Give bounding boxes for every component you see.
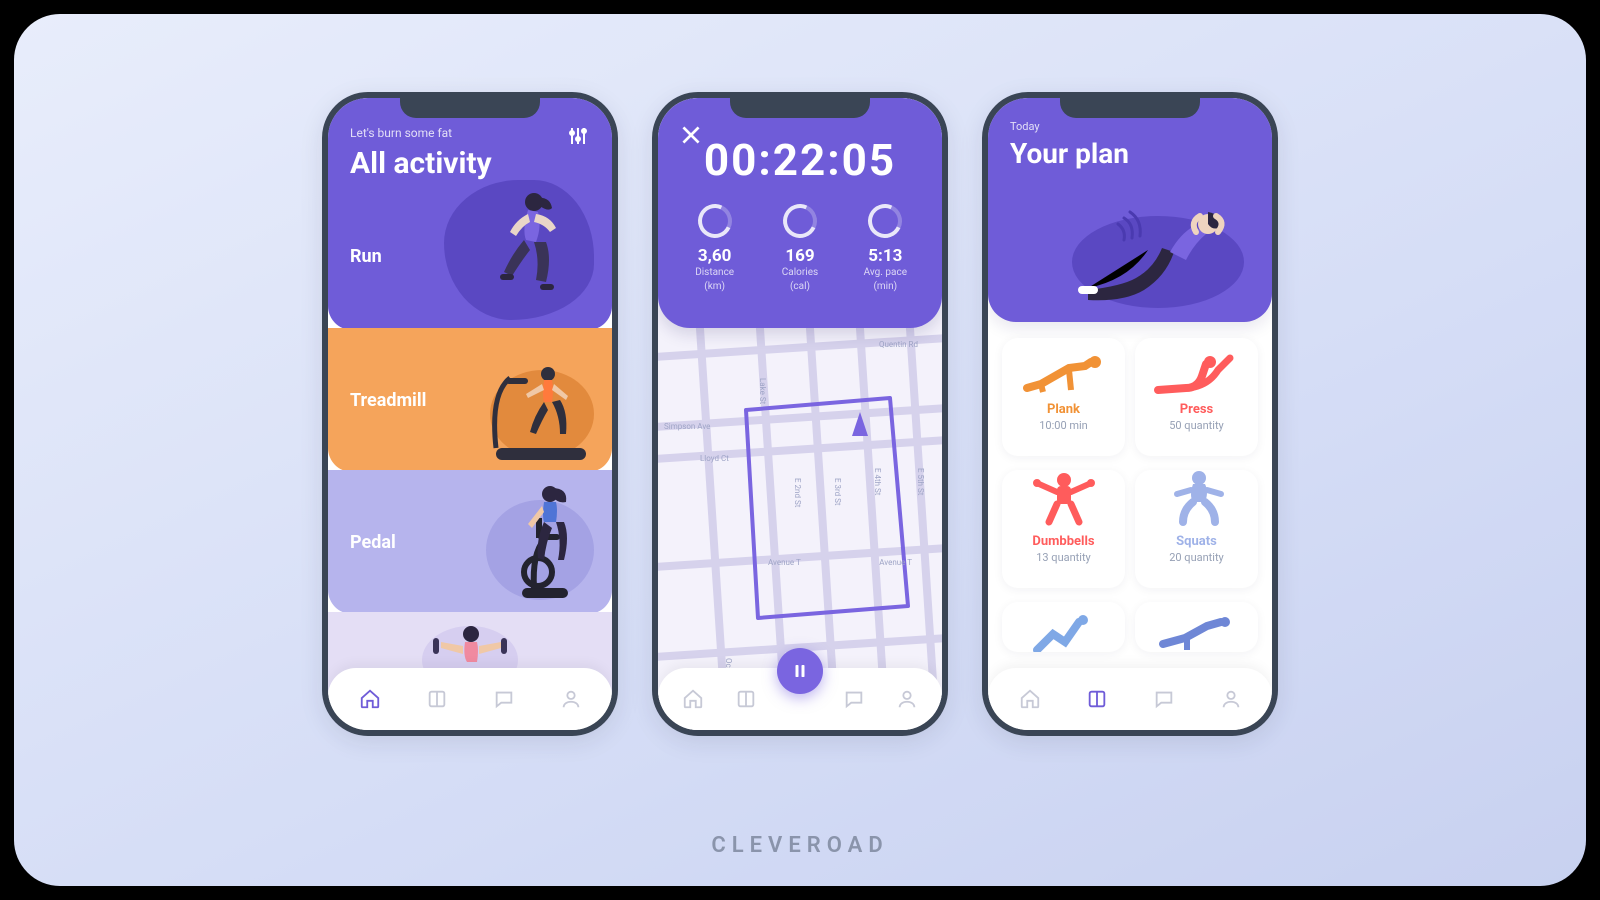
exercise-title: Squats <box>1141 534 1252 549</box>
tracking-header: 00:22:05 3,60 Distance (km) 169 Calories… <box>658 98 942 328</box>
stat-pace: 5:13 Avg. pace (min) <box>845 204 925 293</box>
nav-grid-icon[interactable] <box>417 679 457 719</box>
ring-icon <box>864 199 908 243</box>
exercise-sub: 20 quantity <box>1141 551 1252 564</box>
notch <box>400 98 540 118</box>
exercise-grid: Plank 10:00 min Press 50 quantity Dumbbe… <box>988 322 1272 652</box>
exercise-sub: 50 quantity <box>1141 419 1252 432</box>
activity-label: Pedal <box>350 532 396 553</box>
street-label: Avenue T <box>879 558 912 567</box>
screen-all-activity: Let's burn some fat All activity Run <box>322 92 618 736</box>
exercise-press[interactable]: Press 50 quantity <box>1135 338 1258 456</box>
exercise-plank[interactable]: Plank 10:00 min <box>1002 338 1125 456</box>
treadmill-illustration <box>478 356 598 466</box>
exercise-partial[interactable] <box>1002 602 1125 652</box>
exercise-squats[interactable]: Squats 20 quantity <box>1135 470 1258 588</box>
plan-header: Today Your plan <box>988 98 1272 322</box>
nav-profile-icon[interactable] <box>551 679 591 719</box>
tagline: Let's burn some fat <box>350 126 590 140</box>
dumbbells-icon <box>1008 480 1119 526</box>
activity-run-label[interactable]: Run <box>350 246 382 267</box>
pushup-icon <box>1141 608 1252 652</box>
street-label: E 5th St <box>916 468 925 495</box>
ring-icon <box>778 199 822 243</box>
street-label: Avenue T <box>768 558 801 567</box>
nav-chat-icon[interactable] <box>1144 679 1184 719</box>
bottom-nav <box>658 668 942 730</box>
street-label: E 3rd St <box>833 478 842 506</box>
nav-profile-icon[interactable] <box>1211 679 1251 719</box>
showcase-stage: Let's burn some fat All activity Run <box>14 14 1586 886</box>
activity-label: Treadmill <box>350 390 426 411</box>
street-label: E 2nd St <box>793 478 802 507</box>
street-label: E 4th St <box>873 468 882 495</box>
bottom-nav <box>328 668 612 730</box>
brand-label: CLEVEROAD <box>14 833 1586 858</box>
nav-home-icon[interactable] <box>673 679 713 719</box>
street-label: Lake St <box>758 378 767 404</box>
page-title: Your plan <box>1010 137 1250 170</box>
street-label: Lloyd Ct <box>700 454 729 463</box>
exercise-title: Dumbbells <box>1008 534 1119 549</box>
exercise-dumbbells[interactable]: Dumbbells 13 quantity <box>1002 470 1125 588</box>
nav-home-icon[interactable] <box>1010 679 1050 719</box>
today-label: Today <box>1010 120 1250 133</box>
pause-button[interactable] <box>777 648 823 694</box>
notch <box>730 98 870 118</box>
runner-illustration <box>444 180 594 320</box>
nav-chat-icon[interactable] <box>484 679 524 719</box>
nav-chat-icon[interactable] <box>834 679 874 719</box>
exercise-sub: 13 quantity <box>1008 551 1119 564</box>
stat-calories: 169 Calories (cal) <box>760 204 840 293</box>
activity-header: Let's burn some fat All activity Run <box>328 98 612 330</box>
screen-run-tracking: Quentin Rd Simpson Ave Lloyd Ct Avenue T… <box>652 92 948 736</box>
nav-profile-icon[interactable] <box>887 679 927 719</box>
exercise-sub: 10:00 min <box>1008 419 1119 432</box>
nav-home-icon[interactable] <box>350 679 390 719</box>
exercise-title: Press <box>1141 402 1252 417</box>
phones-row: Let's burn some fat All activity Run <box>14 92 1586 736</box>
ring-icon <box>693 199 737 243</box>
nav-grid-icon[interactable] <box>726 679 766 719</box>
lunge-icon <box>1008 608 1119 652</box>
close-icon[interactable] <box>678 122 704 148</box>
exercise-partial[interactable] <box>1135 602 1258 652</box>
activity-pedal[interactable]: Pedal <box>328 470 612 614</box>
press-icon <box>1141 348 1252 394</box>
plank-icon <box>1008 348 1119 394</box>
stat-distance: 3,60 Distance (km) <box>675 204 755 293</box>
page-title: All activity <box>350 146 590 181</box>
screen-your-plan: Today Your plan <box>982 92 1278 736</box>
stats-row: 3,60 Distance (km) 169 Calories (cal) 5:… <box>658 204 942 293</box>
notch <box>1060 98 1200 118</box>
crunch-illustration <box>1058 188 1248 308</box>
filter-icon[interactable] <box>566 124 590 148</box>
street-label: Simpson Ave <box>664 422 710 431</box>
activity-treadmill[interactable]: Treadmill <box>328 328 612 472</box>
bottom-nav <box>988 668 1272 730</box>
street-label: Quentin Rd <box>879 340 918 349</box>
squats-icon <box>1141 480 1252 526</box>
exercise-title: Plank <box>1008 402 1119 417</box>
pedal-illustration <box>478 480 598 608</box>
nav-grid-icon[interactable] <box>1077 679 1117 719</box>
